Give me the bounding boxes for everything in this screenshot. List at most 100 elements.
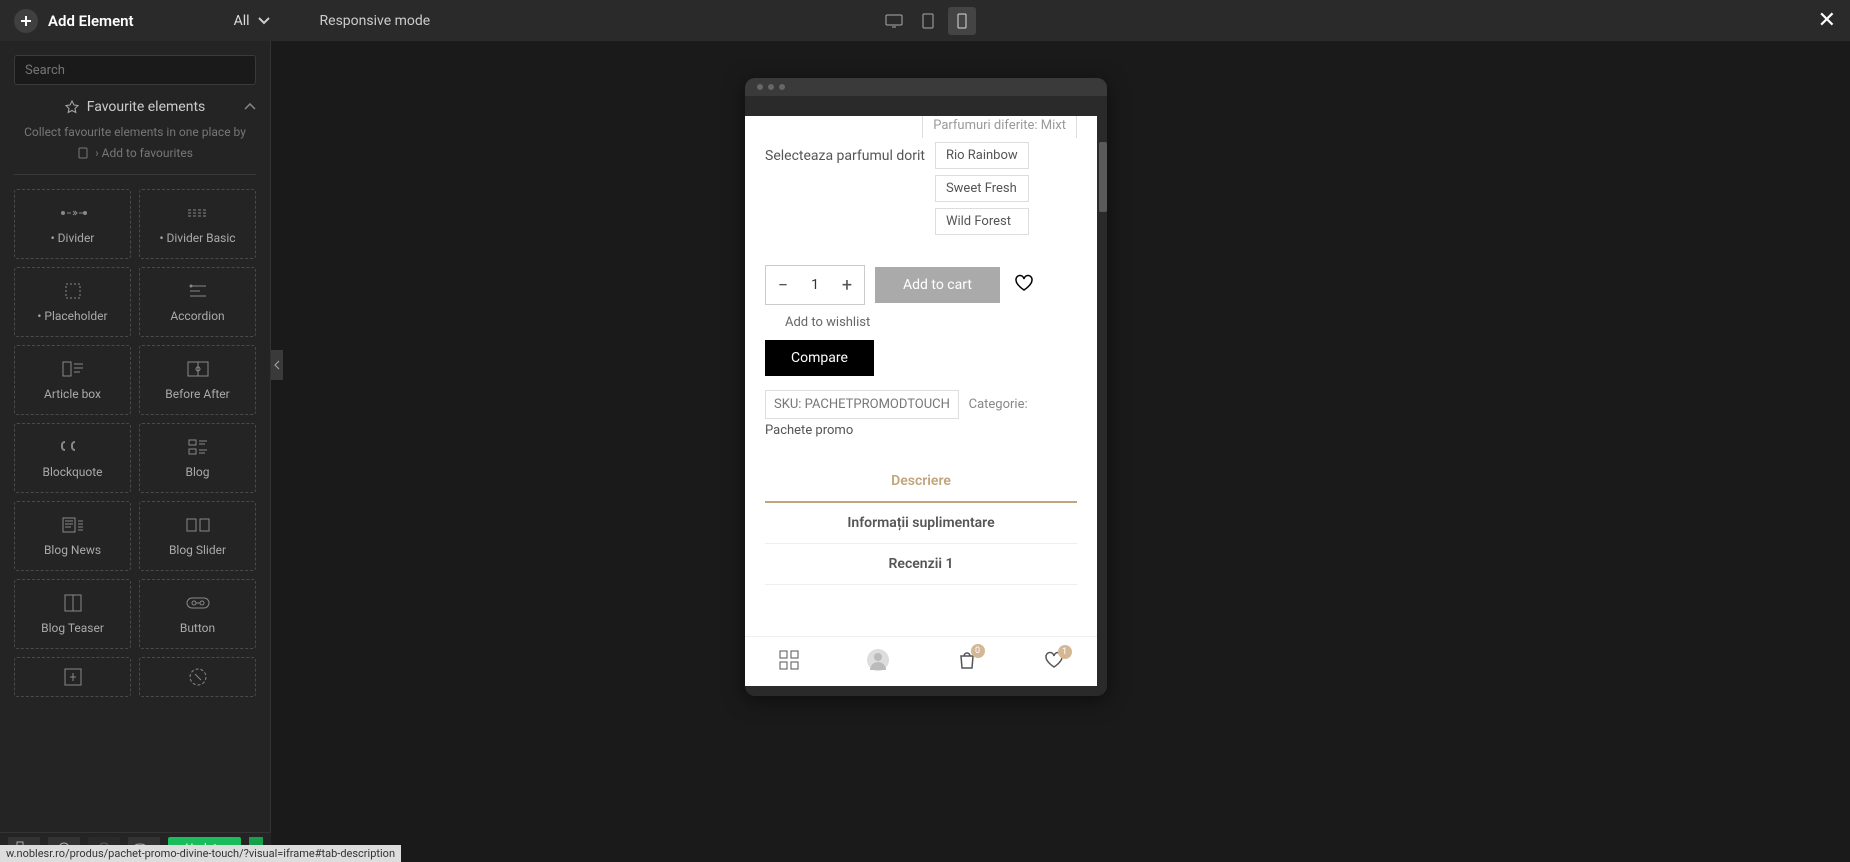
product-tab[interactable]: Recenzii 1	[765, 544, 1077, 585]
element-card[interactable]: Blockquote	[14, 423, 131, 493]
element-icon	[188, 281, 208, 301]
element-card[interactable]	[139, 657, 256, 697]
variant-options: Rio Rainbow Sweet Fresh Wild Forest	[935, 142, 1029, 235]
element-card[interactable]: • Divider	[14, 189, 131, 259]
element-card[interactable]: Accordion	[139, 267, 256, 337]
chevron-up-icon	[244, 103, 256, 111]
preview-window-controls	[745, 78, 1107, 96]
star-icon	[65, 100, 79, 114]
element-label: Button	[180, 621, 215, 635]
product-section: Parfumuri diferite: Mixt Selecteaza parf…	[745, 120, 1097, 685]
element-label: Accordion	[170, 309, 224, 323]
divider	[14, 174, 256, 175]
nav-account[interactable]	[866, 648, 890, 676]
compare-button[interactable]: Compare	[765, 340, 874, 376]
element-icon	[62, 359, 84, 379]
element-label: Article box	[44, 387, 101, 401]
product-tab[interactable]: Descriere	[765, 461, 1077, 503]
preview-content: Parfumuri diferite: Mixt Selecteaza parf…	[745, 116, 1097, 686]
mobile-icon	[957, 13, 967, 29]
elements-grid: • Divider • Divider Basic • Placeholder Acc…	[14, 189, 256, 649]
device-tablet[interactable]	[914, 7, 942, 35]
window-dot	[779, 84, 785, 90]
element-icon	[58, 203, 88, 223]
favourites-header[interactable]: Favourite elements	[14, 99, 256, 115]
status-bar-url: w.noblesr.ro/produs/pachet-promo-divine-…	[0, 845, 401, 862]
filter-label: All	[234, 13, 250, 29]
user-icon	[866, 648, 890, 672]
nav-grid[interactable]	[779, 650, 799, 674]
quantity-stepper: − 1 +	[765, 265, 865, 305]
element-icon	[189, 667, 207, 687]
element-card[interactable]: Button	[139, 579, 256, 649]
preview-scroll-thumb[interactable]	[1099, 142, 1107, 212]
tablet-icon	[922, 13, 934, 29]
qty-value: 1	[800, 266, 830, 304]
device-desktop[interactable]	[880, 7, 908, 35]
sku-badge: SKU: PACHETPROMODTOUCH	[765, 390, 959, 419]
element-icon	[186, 593, 210, 613]
variant-label: Selecteaza parfumul dorit	[765, 142, 925, 164]
element-label: Blockquote	[42, 465, 102, 479]
qty-minus[interactable]: −	[766, 266, 800, 304]
element-card[interactable]: Article box	[14, 345, 131, 415]
variant-option[interactable]: Wild Forest	[935, 208, 1029, 235]
element-label: Blog Teaser	[41, 621, 104, 635]
nav-cart[interactable]: 0	[957, 650, 977, 674]
sidebar-collapse[interactable]	[271, 350, 283, 380]
window-dot	[757, 84, 763, 90]
preview-frame: Parfumuri diferite: Mixt Selecteaza parf…	[745, 78, 1107, 696]
add-to-cart-button[interactable]: Add to cart	[875, 267, 1000, 303]
element-icon	[187, 359, 209, 379]
category-link[interactable]: Pachete promo	[765, 423, 853, 438]
plus-icon	[20, 15, 32, 27]
element-icon	[64, 667, 82, 687]
element-card[interactable]: Blog News	[14, 501, 131, 571]
category-label: Categorie:	[969, 397, 1028, 412]
element-label: • Divider	[51, 231, 95, 245]
product-tab[interactable]: Informații suplimentare	[765, 503, 1077, 544]
device-switcher	[880, 7, 976, 35]
element-card[interactable]: Blog	[139, 423, 256, 493]
close-button[interactable]: ✕	[1818, 8, 1836, 33]
search-input[interactable]	[14, 55, 256, 85]
element-label: • Divider Basic	[159, 231, 235, 245]
element-card[interactable]	[14, 657, 131, 697]
qty-plus[interactable]: +	[830, 266, 864, 304]
cart-badge: 0	[971, 644, 985, 658]
element-icon	[64, 281, 82, 301]
element-card[interactable]: Blog Slider	[139, 501, 256, 571]
favourites-desc: Collect favourite elements in one place …	[14, 123, 256, 142]
element-icon	[186, 203, 210, 223]
chevron-left-icon	[274, 360, 280, 370]
variant-option[interactable]: Rio Rainbow	[935, 142, 1029, 169]
variant-option[interactable]: Sweet Fresh	[935, 175, 1029, 202]
grid-icon	[779, 650, 799, 670]
wishlist-link[interactable]: Add to wishlist	[785, 315, 1077, 330]
element-icon	[188, 437, 208, 457]
element-label: Blog News	[44, 543, 101, 557]
wishlist-heart[interactable]	[1014, 274, 1034, 296]
element-icon	[62, 515, 84, 535]
element-icon	[186, 515, 210, 535]
filter-dropdown[interactable]: All	[234, 13, 270, 29]
element-card[interactable]: Before After	[139, 345, 256, 415]
favourites-title: Favourite elements	[87, 99, 206, 115]
add-element-button[interactable]	[14, 9, 38, 33]
element-label: Before After	[165, 387, 230, 401]
desktop-icon	[885, 14, 903, 28]
element-label: Blog Slider	[169, 543, 226, 557]
window-dot	[768, 84, 774, 90]
element-card[interactable]: Blog Teaser	[14, 579, 131, 649]
topbar: Add Element All Responsive mode ✕	[0, 0, 1850, 41]
element-card[interactable]: • Placeholder	[14, 267, 131, 337]
mobile-bottom-nav: 0 1	[745, 636, 1097, 686]
element-card[interactable]: • Divider Basic	[139, 189, 256, 259]
variant-option[interactable]: Parfumuri diferite: Mixt	[922, 116, 1077, 138]
sidebar: Favourite elements Collect favourite ele…	[0, 41, 271, 832]
favourites-add-hint: › Add to favourites	[14, 146, 256, 160]
element-icon	[64, 593, 82, 613]
nav-wishlist[interactable]: 1	[1044, 651, 1064, 673]
device-mobile[interactable]	[948, 7, 976, 35]
responsive-mode-label: Responsive mode	[320, 13, 431, 29]
